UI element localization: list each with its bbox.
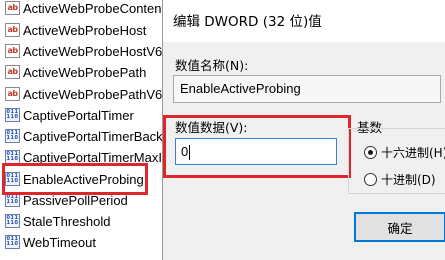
dword-value-icon: 011 110 bbox=[5, 129, 20, 143]
registry-value-name: ActiveWebProbePath bbox=[23, 64, 147, 80]
value-name-label: 数值名称(N): bbox=[175, 58, 249, 73]
registry-value-item[interactable]: ab ActiveWebProbeHostV6 bbox=[0, 40, 162, 62]
radio-hexadecimal[interactable]: 十六进制(H) bbox=[364, 144, 445, 161]
string-value-icon: ab bbox=[5, 44, 20, 58]
registry-value-list: ab ActiveWebProbeContentV6 ab ActiveWebP… bbox=[0, 0, 162, 260]
string-value-icon: ab bbox=[5, 23, 20, 37]
registry-value-item[interactable]: 011 110 WebTimeout bbox=[0, 231, 162, 253]
registry-value-item[interactable]: 011 110 CaptivePortalTimerBack bbox=[0, 125, 162, 147]
dword-value-icon: 011 110 bbox=[5, 214, 20, 228]
edit-dword-dialog: 编辑 DWORD (32 位)值 数值名称(N): EnableActivePr… bbox=[162, 0, 445, 260]
registry-value-item[interactable]: ab ActiveWebProbePath bbox=[0, 61, 162, 83]
registry-value-item[interactable]: ab ActiveWebProbeHost bbox=[0, 19, 162, 41]
radio-hexadecimal-label: 十六进制(H) bbox=[381, 146, 445, 160]
value-data-text: 0 bbox=[181, 144, 189, 159]
radio-decimal-label: 十进制(D) bbox=[381, 173, 436, 187]
value-data-label: 数值数据(V): bbox=[175, 120, 248, 135]
registry-value-item-selected[interactable]: 011 110 EnableActiveProbing bbox=[0, 168, 162, 190]
radio-selected-icon bbox=[364, 146, 377, 159]
registry-value-item[interactable]: ab ActiveWebProbePathV6 bbox=[0, 83, 162, 105]
registry-value-name: PassivePollPeriod bbox=[23, 192, 128, 208]
registry-value-item[interactable]: 011 110 CaptivePortalTimer bbox=[0, 104, 162, 126]
string-value-icon: ab bbox=[5, 87, 20, 101]
registry-value-name: ActiveWebProbeContentV6 bbox=[23, 0, 162, 16]
dword-value-icon: 011 110 bbox=[5, 150, 20, 164]
string-value-icon: ab bbox=[5, 1, 20, 15]
registry-value-item[interactable]: 011 110 StaleThreshold bbox=[0, 210, 162, 232]
registry-value-name: EnableActiveProbing bbox=[23, 171, 144, 187]
registry-value-name: ActiveWebProbePathV6 bbox=[23, 86, 162, 102]
dword-value-icon: 011 110 bbox=[5, 193, 20, 207]
registry-value-name: StaleThreshold bbox=[23, 213, 111, 229]
value-data-input[interactable]: 0 bbox=[175, 138, 337, 165]
ok-button-label: 确定 bbox=[387, 220, 413, 236]
registry-value-name: CaptivePortalTimerBack bbox=[23, 128, 162, 144]
radio-unselected-icon bbox=[364, 173, 377, 186]
registry-value-name: ActiveWebProbeHostV6 bbox=[23, 43, 162, 59]
registry-value-name: CaptivePortalTimerMaxI bbox=[23, 149, 162, 165]
ok-button[interactable]: 确定 bbox=[354, 212, 445, 242]
dword-value-icon: 011 110 bbox=[5, 172, 20, 186]
value-name-text: EnableActiveProbing bbox=[180, 81, 301, 96]
registry-value-item[interactable]: 011 110 CaptivePortalTimerMaxI bbox=[0, 146, 162, 168]
registry-value-item[interactable]: ab ActiveWebProbeContentV6 bbox=[0, 0, 162, 19]
value-name-field[interactable]: EnableActiveProbing bbox=[173, 75, 441, 103]
string-value-icon: ab bbox=[5, 65, 20, 79]
registry-value-name: WebTimeout bbox=[23, 234, 96, 250]
registry-value-name: ActiveWebProbeHost bbox=[23, 22, 147, 38]
dword-value-icon: 011 110 bbox=[5, 235, 20, 249]
registry-value-name: CaptivePortalTimer bbox=[23, 107, 134, 123]
dialog-title-bar[interactable]: 编辑 DWORD (32 位)值 bbox=[163, 8, 445, 34]
registry-value-item[interactable]: 011 110 PassivePollPeriod bbox=[0, 189, 162, 211]
text-caret bbox=[189, 145, 191, 161]
dword-value-icon: 011 110 bbox=[5, 108, 20, 122]
dialog-title: 编辑 DWORD (32 位)值 bbox=[173, 14, 322, 30]
radio-decimal[interactable]: 十进制(D) bbox=[364, 171, 436, 188]
